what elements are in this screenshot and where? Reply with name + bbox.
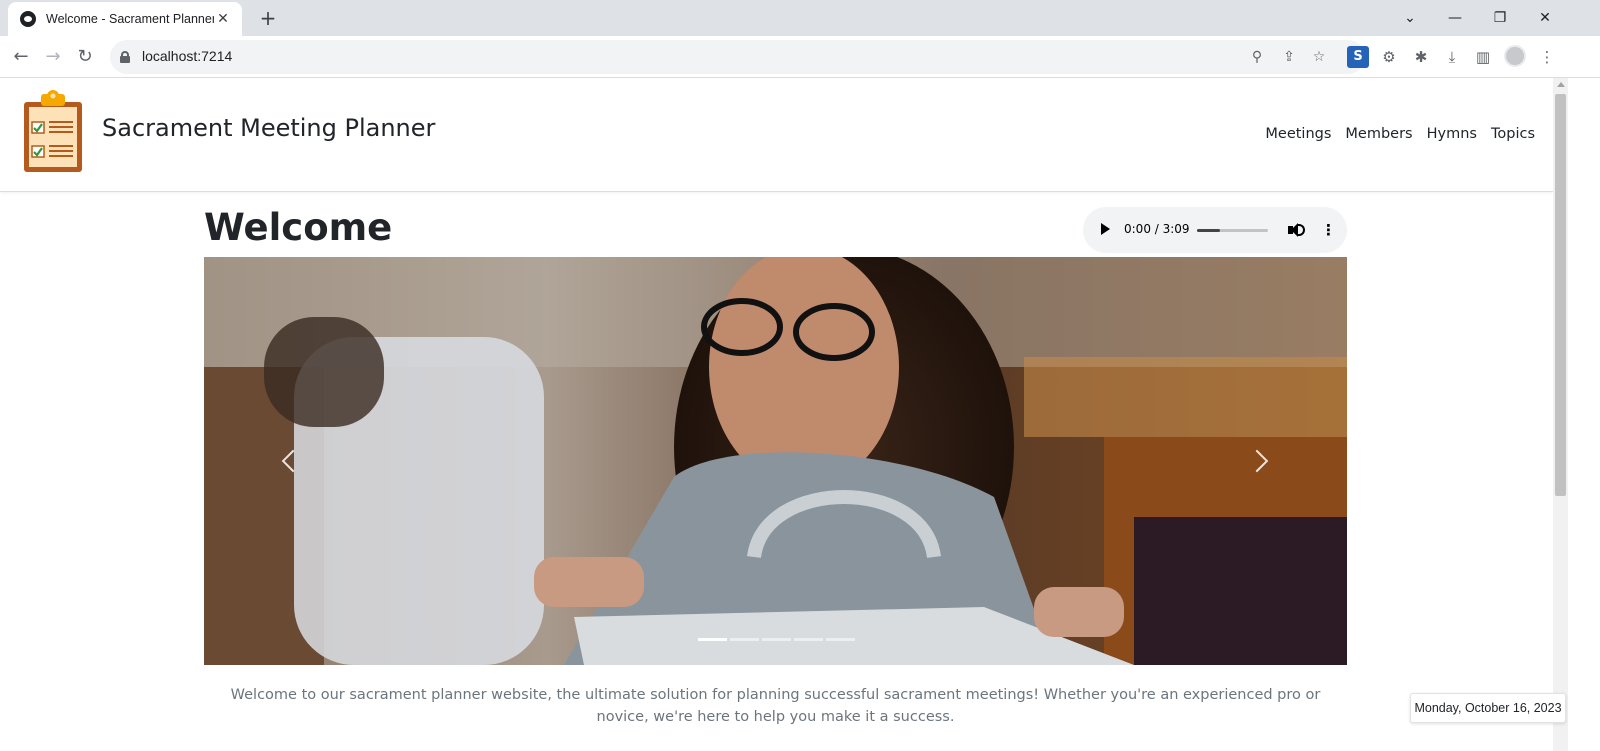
carousel-indicator[interactable] bbox=[762, 638, 791, 641]
forward-arrow-icon[interactable]: → bbox=[40, 44, 66, 70]
audio-time: 0:00 / 3:09 bbox=[1124, 222, 1190, 236]
carousel-previous-button[interactable] bbox=[274, 441, 305, 481]
nav-members-link[interactable]: Members bbox=[1345, 126, 1412, 142]
restore-window-icon[interactable]: ❐ bbox=[1485, 6, 1515, 30]
close-window-icon[interactable]: ✕ bbox=[1530, 6, 1560, 30]
nav-topics-link[interactable]: Topics bbox=[1491, 126, 1535, 142]
profile-avatar[interactable] bbox=[1504, 45, 1526, 67]
taskbar-date-tooltip: Monday, October 16, 2023 bbox=[1410, 693, 1566, 723]
play-icon[interactable] bbox=[1101, 223, 1110, 235]
browser-tab[interactable]: Welcome - Sacrament Planner ✕ bbox=[8, 2, 242, 36]
scroll-up-arrow-icon[interactable] bbox=[1557, 82, 1565, 87]
volume-icon[interactable] bbox=[1287, 221, 1305, 239]
close-tab-icon[interactable]: ✕ bbox=[214, 11, 232, 27]
extension-s-icon[interactable]: S bbox=[1347, 46, 1369, 68]
tab-search-chevron-icon[interactable]: ⌄ bbox=[1395, 6, 1425, 30]
intro-text: Welcome to our sacrament planner website… bbox=[230, 687, 1321, 725]
web-page: Sacrament Meeting Planner Meetings Membe… bbox=[0, 78, 1553, 751]
carousel-indicator[interactable] bbox=[698, 638, 727, 641]
browser-toolbar: ← → ↻ localhost:7214 ⚲ ⇪ ☆ S ⚙ ✱ ⤓ ▥ ⋮ bbox=[0, 36, 1600, 78]
image-carousel bbox=[204, 257, 1347, 665]
audio-more-options-icon[interactable]: ⋮ bbox=[1321, 221, 1336, 239]
audio-progress-fill bbox=[1197, 229, 1221, 232]
browser-menu-icon[interactable]: ⋮ bbox=[1536, 46, 1558, 68]
carousel-indicator[interactable] bbox=[730, 638, 759, 641]
nav-hymns-link[interactable]: Hymns bbox=[1427, 126, 1477, 142]
right-gutter bbox=[1568, 78, 1600, 751]
tab-title: Welcome - Sacrament Planner bbox=[46, 12, 214, 26]
nav-meetings-link[interactable]: Meetings bbox=[1265, 126, 1331, 142]
clipboard-logo-icon[interactable] bbox=[22, 88, 84, 174]
minimize-window-icon[interactable]: — bbox=[1440, 6, 1470, 30]
back-arrow-icon[interactable]: ← bbox=[8, 44, 34, 70]
extensions-puzzle-icon[interactable]: ✱ bbox=[1410, 46, 1432, 68]
main-nav: Meetings Members Hymns Topics bbox=[1265, 126, 1535, 142]
share-icon[interactable]: ⇪ bbox=[1278, 46, 1300, 68]
page-title: Welcome bbox=[204, 206, 393, 249]
browser-tab-bar: Welcome - Sacrament Planner ✕ + ⌄ — ❐ ✕ bbox=[0, 0, 1600, 36]
carousel-slide-image bbox=[204, 257, 1347, 665]
extension-gear-icon[interactable]: ⚙ bbox=[1378, 46, 1400, 68]
carousel-indicator[interactable] bbox=[826, 638, 855, 641]
new-tab-button[interactable]: + bbox=[256, 6, 280, 30]
chevron-right-icon bbox=[1245, 449, 1269, 473]
site-brand[interactable]: Sacrament Meeting Planner bbox=[102, 114, 435, 142]
url-text[interactable]: localhost:7214 bbox=[142, 48, 232, 64]
audio-player[interactable]: 0:00 / 3:09 ⋮ bbox=[1083, 207, 1347, 253]
site-favicon-icon bbox=[20, 11, 36, 27]
carousel-indicators bbox=[698, 638, 855, 641]
chevron-left-icon bbox=[281, 449, 305, 473]
site-header: Sacrament Meeting Planner Meetings Membe… bbox=[0, 78, 1553, 192]
scrollbar-thumb[interactable] bbox=[1555, 94, 1566, 496]
reload-icon[interactable]: ↻ bbox=[72, 44, 98, 70]
address-bar[interactable]: localhost:7214 ⚲ ⇪ ☆ bbox=[110, 40, 1365, 74]
zoom-icon[interactable]: ⚲ bbox=[1246, 46, 1268, 68]
lock-icon[interactable] bbox=[120, 51, 130, 63]
audio-progress-slider[interactable] bbox=[1197, 229, 1268, 232]
download-icon[interactable]: ⤓ bbox=[1441, 46, 1463, 68]
side-panel-icon[interactable]: ▥ bbox=[1472, 46, 1494, 68]
bookmark-star-icon[interactable]: ☆ bbox=[1308, 46, 1330, 68]
carousel-indicator[interactable] bbox=[794, 638, 823, 641]
page-scrollbar[interactable] bbox=[1553, 78, 1568, 751]
carousel-next-button[interactable] bbox=[1245, 441, 1276, 481]
